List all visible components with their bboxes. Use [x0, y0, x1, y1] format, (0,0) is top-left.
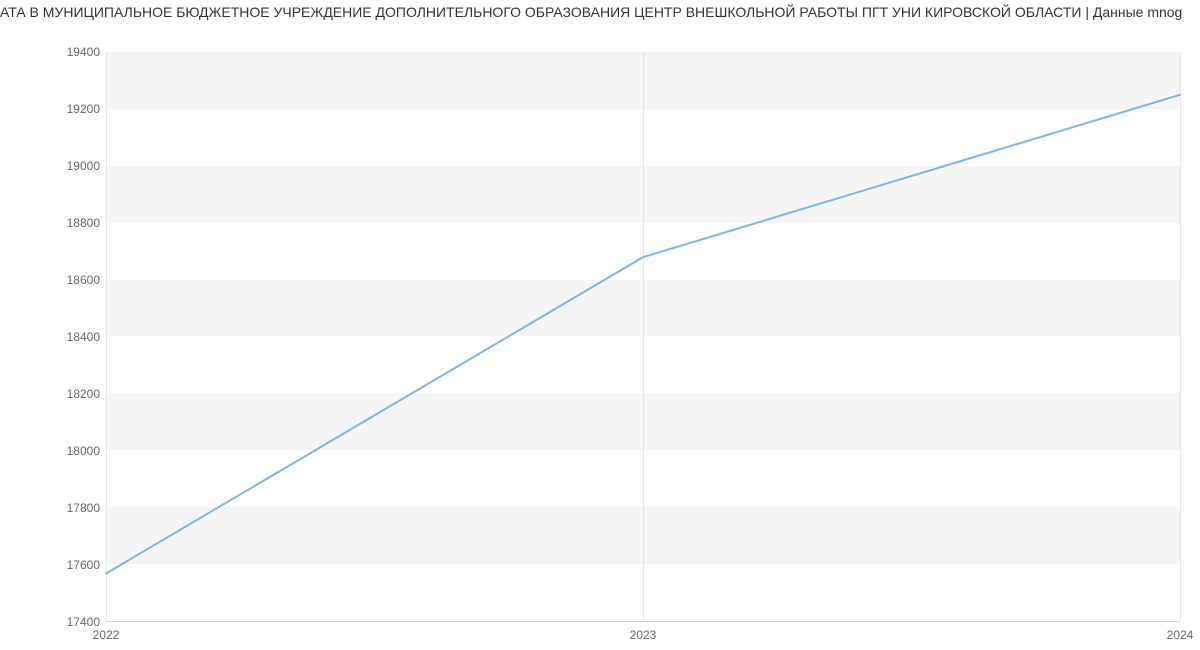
y-tick-label: 17600 [10, 558, 100, 572]
y-tick-label: 19400 [10, 45, 100, 59]
chart-line-layer [106, 52, 1180, 622]
data-series-line [106, 95, 1180, 574]
chart-title: АТА В МУНИЦИПАЛЬНОЕ БЮДЖЕТНОЕ УЧРЕЖДЕНИЕ… [0, 0, 1200, 28]
y-tick-label: 18200 [10, 387, 100, 401]
x-tick-label: 2024 [1167, 628, 1194, 642]
y-tick-label: 17800 [10, 501, 100, 515]
grid-line-v [1180, 52, 1181, 621]
y-tick-label: 19200 [10, 102, 100, 116]
chart-container: 17400 17600 17800 18000 18200 18400 1860… [0, 28, 1200, 648]
x-tick-label: 2022 [93, 628, 120, 642]
y-tick-label: 18000 [10, 444, 100, 458]
plot-area [106, 52, 1180, 622]
y-tick-label: 18800 [10, 216, 100, 230]
y-tick-label: 19000 [10, 159, 100, 173]
y-tick-label: 18600 [10, 273, 100, 287]
y-tick-label: 18400 [10, 330, 100, 344]
y-tick-label: 17400 [10, 615, 100, 629]
x-tick-label: 2023 [630, 628, 657, 642]
